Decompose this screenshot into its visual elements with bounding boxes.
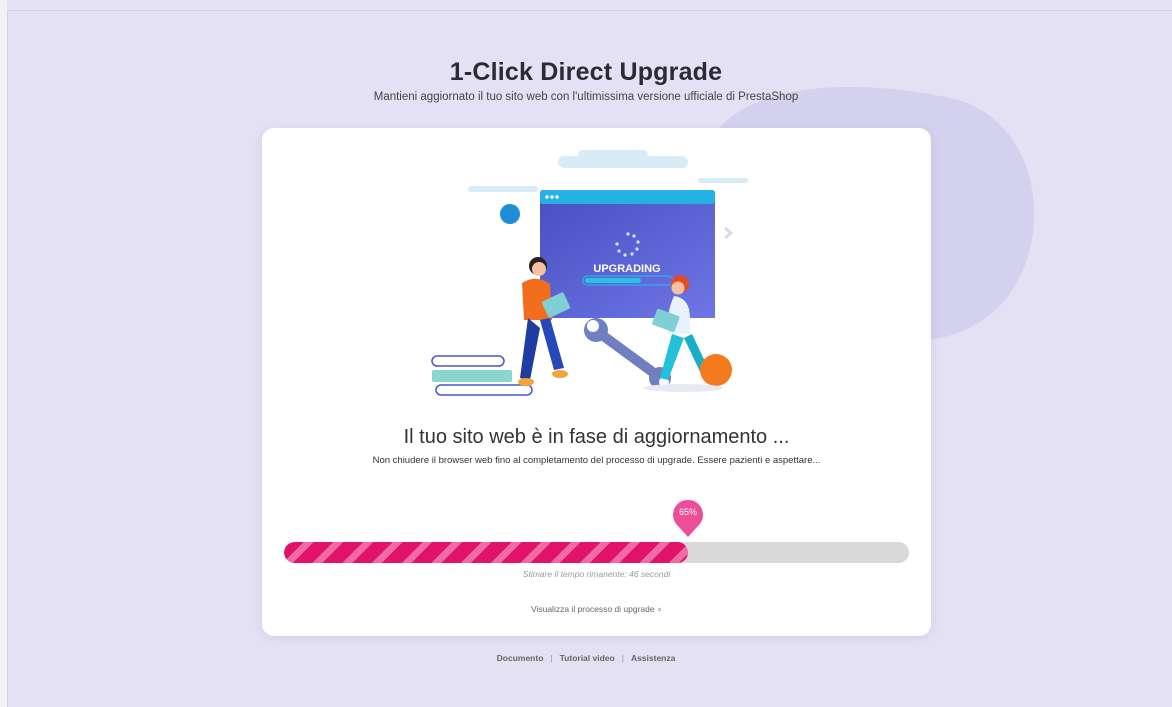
footer-separator: |: [550, 653, 553, 663]
screen-upgrading-label: UPGRADING: [593, 263, 660, 275]
page-header: 1-Click Direct Upgrade Mantieni aggiorna…: [0, 58, 1172, 103]
planet-icon: [500, 204, 520, 224]
books-icon: [431, 355, 533, 396]
footer-link-support[interactable]: Assistenza: [631, 653, 675, 663]
map-pin-icon: [673, 499, 703, 537]
cloud-icon: [468, 150, 748, 192]
view-process-toggle[interactable]: Visualizza il processo di upgrade»: [262, 604, 931, 614]
page-subtitle: Mantieni aggiornato il tuo sito web con …: [373, 91, 799, 103]
footer-link-document[interactable]: Documento: [497, 653, 544, 663]
time-remaining: Stimare il tempo rimanente: 46 secondi: [522, 569, 671, 579]
upgrade-card: UPGRADING Il tuo sito web è in fase di a…: [262, 128, 931, 636]
footer-separator: |: [621, 653, 624, 663]
double-chevron-down-icon: »: [655, 607, 665, 612]
status-description: Non chiudere il browser web fino al comp…: [372, 455, 821, 466]
footer-links: Documento | Tutorial video | Assistenza: [0, 653, 1172, 663]
progress-bar-fill: [284, 542, 688, 563]
wrench-icon: [584, 318, 671, 389]
progress-bar: [284, 542, 909, 563]
upgrade-illustration: UPGRADING: [431, 150, 748, 396]
page-title: 1-Click Direct Upgrade: [449, 58, 723, 86]
status-heading: Il tuo sito web è in fase di aggiornamen…: [403, 426, 790, 448]
window-edge: [0, 0, 7, 707]
progress-percent-badge: 65%: [670, 498, 706, 538]
progress-percent-label: 65%: [678, 507, 697, 517]
footer-link-tutorial-video[interactable]: Tutorial video: [560, 653, 615, 663]
view-process-label: Visualizza il processo di upgrade: [530, 604, 655, 614]
